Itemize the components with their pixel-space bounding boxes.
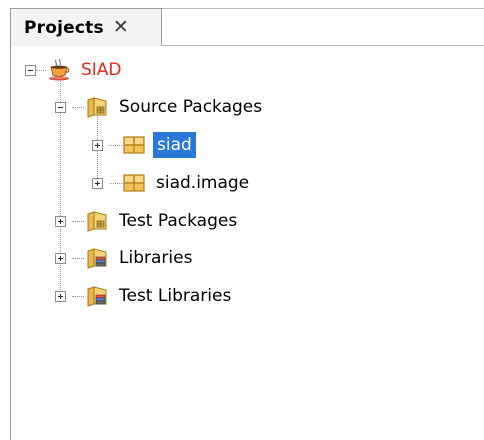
package-siad-image-expand-toggle[interactable]	[92, 178, 103, 189]
test-packages-expand-toggle[interactable]	[55, 216, 66, 227]
tree-node-project[interactable]: SIAD	[47, 52, 125, 88]
tree-guide-line	[36, 70, 46, 71]
tree-guide-line	[109, 145, 122, 146]
tree-guide-line	[72, 296, 84, 297]
tree-node-source-packages[interactable]: Source Packages	[85, 89, 265, 125]
package-siad-expand-toggle[interactable]	[92, 140, 103, 151]
source-folder-icon	[87, 97, 107, 118]
tab-projects[interactable]: Projects ✕	[10, 8, 162, 46]
tree-node-libraries[interactable]: Libraries	[85, 240, 195, 276]
close-icon[interactable]: ✕	[113, 18, 129, 37]
tab-projects-label: Projects	[24, 17, 104, 38]
test-libraries-label: Test Libraries	[119, 286, 232, 306]
tree-guide-line	[109, 183, 122, 184]
project-collapse-toggle[interactable]	[25, 65, 36, 76]
tab-strip: Projects ✕	[0, 0, 484, 46]
projects-window: Projects ✕ SIAD Source Packages siad sia…	[0, 0, 484, 440]
tree-guide-line	[72, 221, 84, 222]
tree-guide-line	[72, 107, 84, 108]
tree-node-package-siad[interactable]: siad	[122, 127, 196, 163]
source-packages-label: Source Packages	[119, 97, 263, 117]
test-folder-icon	[87, 211, 107, 232]
libraries-expand-toggle[interactable]	[55, 253, 66, 264]
package-icon	[123, 174, 145, 192]
coffee-cup-project-icon	[49, 58, 70, 81]
source-packages-collapse-toggle[interactable]	[55, 102, 66, 113]
test-packages-label: Test Packages	[119, 211, 238, 231]
library-folder-icon	[87, 248, 107, 269]
package-icon	[123, 136, 145, 154]
package-siad-image-label: siad.image	[156, 173, 250, 193]
tree-node-package-siad-image[interactable]: siad.image	[122, 165, 252, 201]
package-siad-label: siad	[153, 132, 196, 158]
libraries-label: Libraries	[119, 248, 193, 268]
tree-node-test-packages[interactable]: Test Packages	[85, 203, 240, 239]
library-folder-icon	[87, 286, 107, 307]
tab-strip-top-border	[162, 8, 484, 9]
project-label: SIAD	[81, 60, 122, 80]
tree-node-test-libraries[interactable]: Test Libraries	[85, 278, 234, 314]
test-libraries-expand-toggle[interactable]	[55, 291, 66, 302]
project-tree: SIAD Source Packages siad siad.image Tes…	[10, 46, 484, 440]
tree-guide-line	[72, 258, 84, 259]
